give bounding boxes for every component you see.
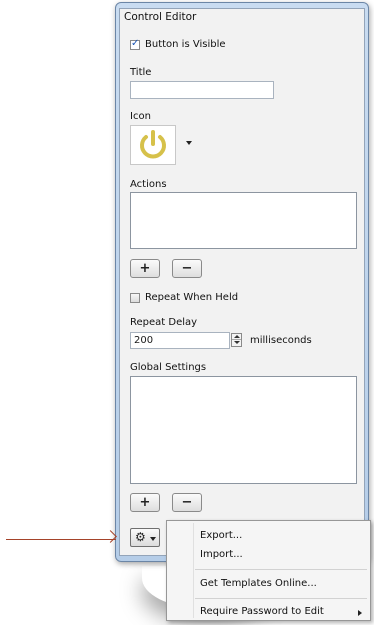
remove-global-setting-button[interactable]: −	[172, 493, 202, 512]
gear-icon: ⚙	[135, 530, 146, 544]
title-label: Title	[130, 67, 152, 78]
annotation-arrow-line	[6, 539, 116, 540]
menu-item-export[interactable]: Export...	[200, 530, 242, 541]
menu-gutter	[193, 523, 194, 618]
menu-item-get-templates-online[interactable]: Get Templates Online...	[200, 578, 317, 589]
stepper-up-icon[interactable]	[234, 335, 240, 338]
icon-label: Icon	[130, 111, 151, 122]
actions-list[interactable]	[130, 192, 357, 249]
settings-context-menu: Export... Import... Get Templates Online…	[166, 520, 371, 621]
icon-dropdown-chevron-down-icon[interactable]	[186, 141, 192, 145]
add-action-button[interactable]: +	[130, 259, 160, 278]
repeat-when-held-checkbox[interactable]	[130, 293, 140, 303]
menu-item-require-password[interactable]: Require Password to Edit	[200, 606, 324, 617]
repeat-delay-input[interactable]: 200	[130, 332, 230, 349]
panel-title: Control Editor	[124, 11, 197, 23]
settings-menu-button[interactable]: ⚙	[130, 528, 160, 547]
repeat-delay-unit: milliseconds	[250, 335, 312, 346]
menu-separator	[195, 569, 367, 570]
global-settings-list[interactable]	[130, 376, 357, 484]
menu-item-import[interactable]: Import...	[200, 549, 243, 560]
global-settings-label: Global Settings	[130, 362, 207, 373]
repeat-delay-stepper[interactable]	[231, 333, 242, 347]
title-input[interactable]	[130, 81, 274, 99]
add-global-setting-button[interactable]: +	[130, 493, 160, 512]
chevron-down-icon	[150, 537, 156, 541]
stepper-divider	[232, 339, 241, 340]
icon-picker[interactable]	[130, 125, 176, 165]
repeat-when-held-label: Repeat When Held	[145, 292, 239, 303]
button-visible-label: Button is Visible	[145, 39, 226, 50]
remove-action-button[interactable]: −	[172, 259, 202, 278]
actions-label: Actions	[130, 179, 167, 190]
stepper-down-icon[interactable]	[234, 341, 240, 344]
power-icon	[140, 130, 166, 159]
button-visible-checkbox[interactable]	[130, 38, 140, 50]
submenu-chevron-right-icon	[358, 610, 362, 616]
repeat-delay-label: Repeat Delay	[130, 317, 198, 328]
menu-separator	[195, 598, 367, 599]
